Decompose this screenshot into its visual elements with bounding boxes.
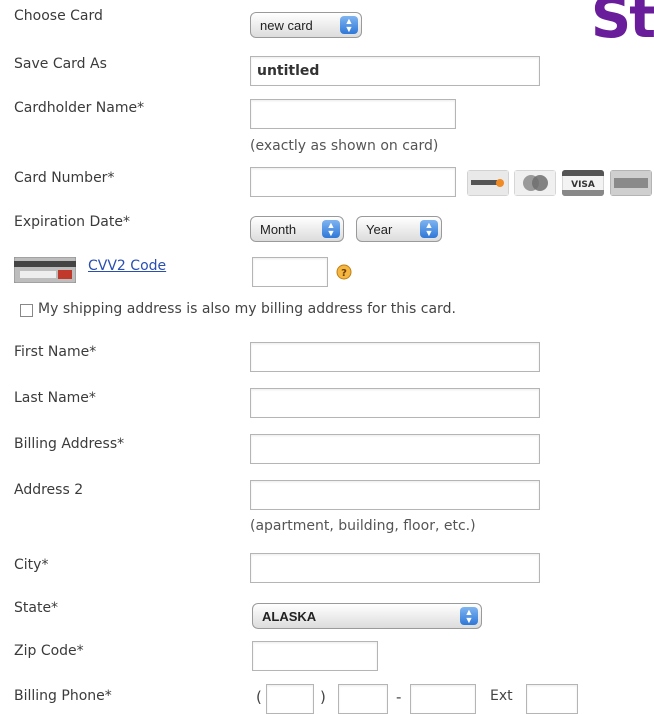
phone-ext-label: Ext: [490, 688, 513, 704]
billing-address-input[interactable]: [250, 434, 540, 464]
expiration-date-label: Expiration Date*: [14, 214, 130, 230]
select-arrows-icon: ▲ ▼: [340, 16, 358, 34]
cardholder-name-input[interactable]: [250, 99, 456, 129]
cvv2-input[interactable]: [252, 257, 328, 287]
expiration-month-value: Month: [260, 221, 297, 237]
address2-hint: (apartment, building, floor, etc.): [250, 518, 476, 534]
city-label: City*: [14, 557, 49, 573]
visa-icon: VISA: [562, 170, 604, 196]
card-number-label: Card Number*: [14, 170, 115, 186]
brand-logo: St: [590, 0, 654, 51]
phone-ext-input[interactable]: [526, 684, 578, 714]
billing-phone-label: Billing Phone*: [14, 688, 112, 704]
choose-card-select[interactable]: new card ▲ ▼: [250, 12, 362, 38]
expiration-year-select[interactable]: Year ▲ ▼: [356, 216, 442, 242]
zip-code-label: Zip Code*: [14, 643, 84, 659]
zip-code-input[interactable]: [252, 641, 378, 671]
save-card-as-input[interactable]: [250, 56, 540, 86]
cvv2-code-link[interactable]: CVV2 Code: [88, 258, 166, 274]
select-arrows-icon: ▲ ▼: [420, 220, 438, 238]
state-label: State*: [14, 600, 59, 616]
expiration-month-select[interactable]: Month ▲ ▼: [250, 216, 344, 242]
shipping-billing-checkbox[interactable]: [20, 304, 33, 317]
first-name-label: First Name*: [14, 344, 97, 360]
address2-label: Address 2: [14, 482, 84, 498]
cardholder-name-hint: (exactly as shown on card): [250, 138, 439, 154]
phone-prefix-input[interactable]: [338, 684, 388, 714]
discover-icon: [467, 170, 509, 196]
city-input[interactable]: [250, 553, 540, 583]
save-card-as-label: Save Card As: [14, 56, 107, 72]
phone-open-paren: (: [256, 688, 262, 706]
address2-input[interactable]: [250, 480, 540, 510]
svg-text:VISA: VISA: [571, 180, 595, 190]
amex-icon: [610, 170, 652, 196]
last-name-input[interactable]: [250, 388, 540, 418]
choose-card-label: Choose Card: [14, 8, 103, 24]
phone-close-paren: ): [320, 688, 326, 706]
expiration-year-value: Year: [366, 221, 393, 237]
choose-card-value: new card: [260, 17, 313, 33]
select-arrows-icon: ▲ ▼: [460, 607, 478, 625]
last-name-label: Last Name*: [14, 390, 96, 406]
card-number-input[interactable]: [250, 167, 456, 197]
phone-dash: -: [396, 688, 402, 706]
cvv-help-icon[interactable]: ?: [336, 264, 352, 280]
billing-address-label: Billing Address*: [14, 436, 125, 452]
first-name-input[interactable]: [250, 342, 540, 372]
phone-area-code-input[interactable]: [266, 684, 314, 714]
mastercard-icon: [514, 170, 556, 196]
state-select[interactable]: ALASKA ▲ ▼: [252, 603, 482, 629]
cvv-card-icon: [14, 257, 76, 283]
cardholder-name-label: Cardholder Name*: [14, 100, 145, 116]
phone-line-input[interactable]: [410, 684, 476, 714]
shipping-billing-checkbox-label[interactable]: My shipping address is also my billing a…: [38, 301, 456, 317]
state-value: ALASKA: [262, 608, 317, 624]
svg-text:?: ?: [341, 268, 347, 279]
select-arrows-icon: ▲ ▼: [322, 220, 340, 238]
